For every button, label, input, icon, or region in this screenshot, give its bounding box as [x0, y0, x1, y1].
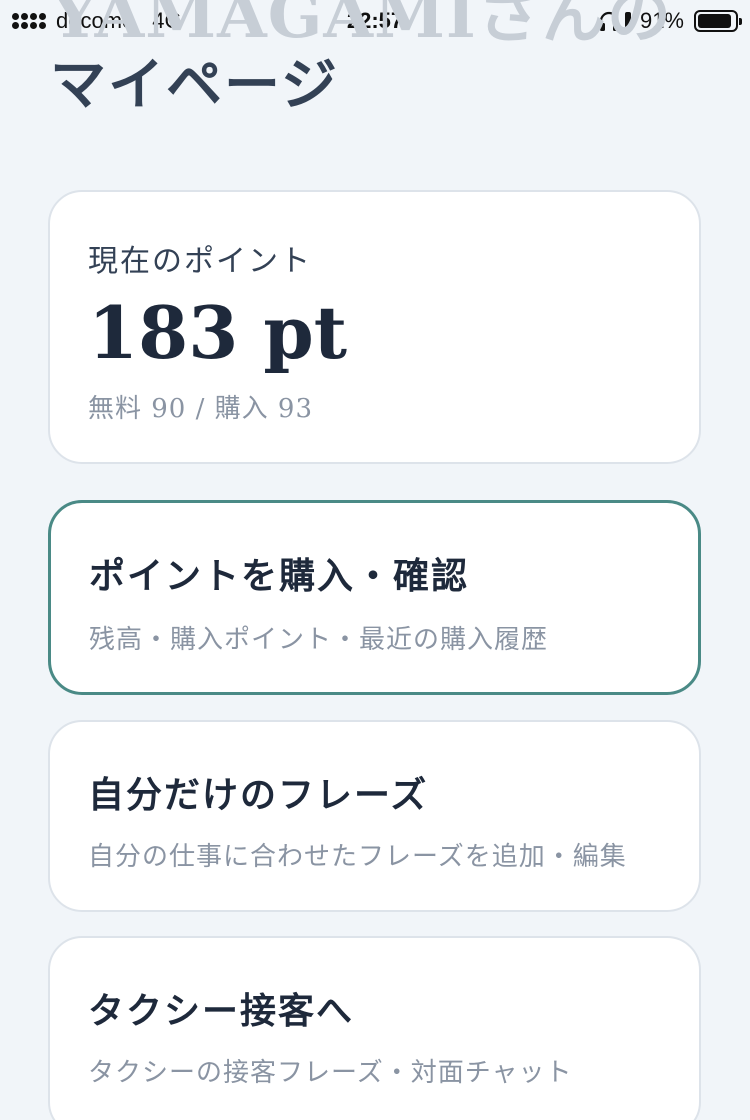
points-card: 現在のポイント 183 pt 無料 90 / 購入 93 — [48, 190, 701, 464]
buy-points-card[interactable]: ポイントを購入・確認 残高・購入ポイント・最近の購入履歴 — [48, 500, 701, 695]
menu-title: タクシー接客へ — [88, 990, 355, 1032]
points-breakdown: 無料 90 / 購入 93 — [88, 394, 313, 424]
menu-subtitle: 自分の仕事に合わせたフレーズを追加・編集 — [88, 842, 627, 872]
menu-subtitle: タクシーの接客フレーズ・対面チャット — [88, 1058, 573, 1088]
menu-title: ポイントを購入・確認 — [89, 555, 470, 597]
points-value: 183 pt — [88, 290, 347, 375]
menu-subtitle: 残高・購入ポイント・最近の購入履歴 — [89, 625, 549, 655]
page-title: マイページ — [50, 52, 339, 118]
points-label: 現在のポイント — [88, 244, 312, 279]
battery-level-fill — [698, 14, 731, 28]
taxi-service-card[interactable]: タクシー接客へ タクシーの接客フレーズ・対面チャット — [48, 936, 701, 1120]
menu-title: 自分だけのフレーズ — [88, 774, 429, 816]
custom-phrases-card[interactable]: 自分だけのフレーズ 自分の仕事に合わせたフレーズを追加・編集 — [48, 720, 701, 912]
battery-icon — [694, 10, 742, 32]
